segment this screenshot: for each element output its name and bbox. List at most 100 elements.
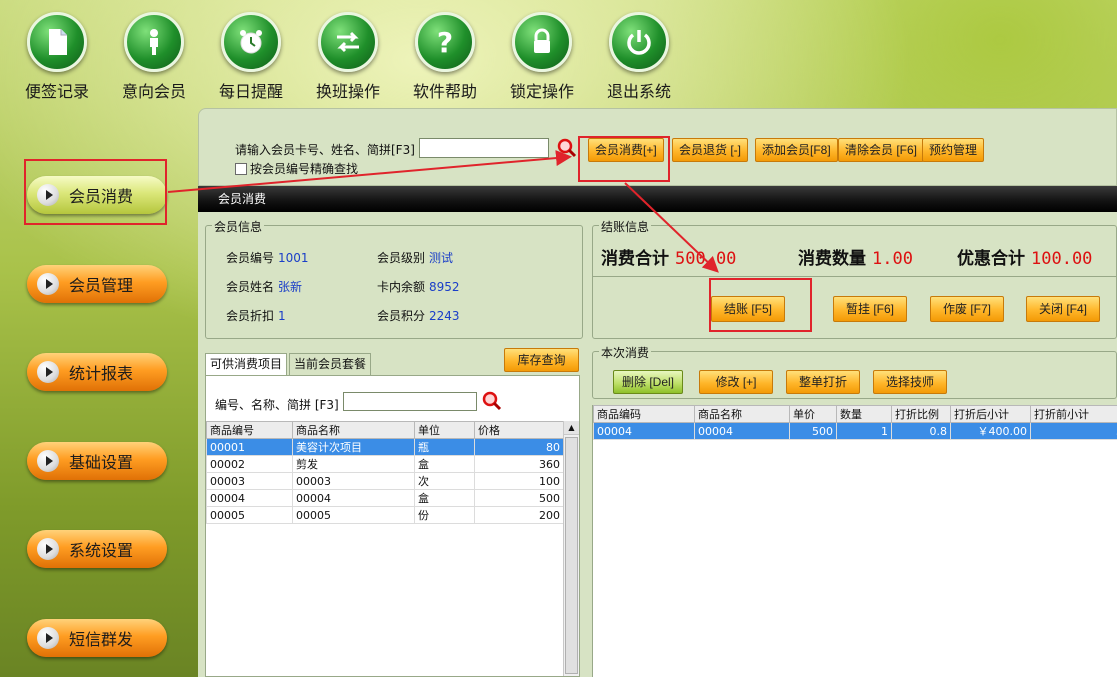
toolbar-label: 锁定操作 <box>509 82 574 101</box>
sidebar-item-label: 短信群发 <box>69 630 134 649</box>
toolbar-item-help[interactable]: ? 软件帮助 <box>400 12 490 102</box>
column-header[interactable]: 商品编号 <box>206 421 293 439</box>
play-icon <box>37 538 59 560</box>
tab-member-packages[interactable]: 当前会员套餐 <box>289 353 372 375</box>
edit-item-button[interactable]: 修改 [+] <box>699 370 773 394</box>
tab-available-items[interactable]: 可供消费项目 <box>205 353 288 375</box>
member-balance-field: 卡内余额 8952 <box>377 280 460 294</box>
total-discount-value: 100.00 <box>1031 249 1093 269</box>
cell-subtotal-before: 50 <box>1030 422 1117 440</box>
close-button[interactable]: 关闭 [F4] <box>1026 296 1100 322</box>
column-header[interactable]: 价格 <box>474 421 564 439</box>
sidebar-item-basic-settings[interactable]: 基础设置 <box>27 442 167 480</box>
cell-name: 00005 <box>292 506 415 524</box>
top-toolbar: 便签记录 意向会员 每日提醒 换班操作 ? 软件帮助 锁定操作 退出系统 <box>0 0 700 108</box>
inventory-query-button[interactable]: 库存查询 <box>504 348 579 372</box>
member-search-panel: 请输入会员卡号、姓名、简拼[F3] 按会员编号精确查找 会员消费[+] 会员退货… <box>198 108 1117 186</box>
column-header[interactable]: 单位 <box>414 421 475 439</box>
member-consume-button[interactable]: 会员消费[+] <box>588 138 664 162</box>
power-icon <box>609 12 669 72</box>
sidebar-item-label: 基础设置 <box>69 453 134 472</box>
cell-subtotal-after: ￥400.00 <box>950 422 1031 440</box>
member-search-input[interactable] <box>419 138 549 158</box>
sidebar-item-consume[interactable]: 会员消费 <box>27 176 167 214</box>
member-discount-value: 1 <box>278 309 286 323</box>
toolbar-label: 软件帮助 <box>412 82 477 101</box>
pay-button[interactable]: 结账 [F5] <box>711 296 785 322</box>
toolbar-item-reminder[interactable]: 每日提醒 <box>206 12 296 102</box>
cell-price: 500 <box>474 489 564 507</box>
cell-discount-rate: 0.8 <box>891 422 951 440</box>
table-row[interactable]: 00003 00003 次 100 <box>206 472 564 490</box>
cell-code: 00005 <box>206 506 293 524</box>
total-quantity-value: 1.00 <box>872 249 913 269</box>
current-consumption-title: 本次消费 <box>599 344 652 361</box>
product-list-panel: 编号、名称、简拼 [F3] 商品编号 商品名称 单位 价格 00001 美容计次… <box>205 375 580 677</box>
column-header[interactable]: 打折比例 <box>891 405 951 423</box>
table-row[interactable]: 00004 00004 500 1 0.8 ￥400.00 50 <box>593 422 1117 440</box>
reservation-button[interactable]: 预约管理 <box>922 138 985 162</box>
product-filter-input[interactable] <box>343 392 477 411</box>
product-list-scrollbar[interactable]: ▲ <box>563 421 579 676</box>
sidebar-item-reports[interactable]: 统计报表 <box>27 353 167 391</box>
table-row[interactable]: 00002 剪发 盒 360 <box>206 455 564 473</box>
whole-discount-button[interactable]: 整单打折 <box>786 370 860 394</box>
table-row[interactable]: 00005 00005 份 200 <box>206 506 564 524</box>
choose-technician-button[interactable]: 选择技师 <box>873 370 947 394</box>
main-content: 会员信息 会员编号 1001 会员级别 测试 会员姓名 张新 卡内余额 8952 会员折… <box>198 212 1117 677</box>
column-header[interactable]: 打折前小计 <box>1030 405 1117 423</box>
sidebar-item-sms[interactable]: 短信群发 <box>27 619 167 657</box>
member-points-value: 2243 <box>429 309 460 323</box>
toolbar-label: 便签记录 <box>24 82 89 101</box>
column-header[interactable]: 商品编码 <box>593 405 695 423</box>
member-level-value: 测试 <box>429 251 454 265</box>
toolbar-item-notes[interactable]: 便签记录 <box>12 12 102 102</box>
toolbar-item-exit[interactable]: 退出系统 <box>594 12 684 102</box>
table-row[interactable]: 00004 00004 盒 500 <box>206 489 564 507</box>
filter-label: 编号、名称、简拼 [F3] <box>215 398 339 412</box>
add-member-button[interactable]: 添加会员[F8] <box>755 138 838 162</box>
toolbar-item-prospects[interactable]: 意向会员 <box>109 12 199 102</box>
play-icon <box>37 361 59 383</box>
exact-match-checkbox[interactable]: 按会员编号精确查找 <box>235 160 358 177</box>
hold-button[interactable]: 暂挂 [F6] <box>833 296 907 322</box>
cell-unit: 份 <box>414 506 475 524</box>
cell-price: 80 <box>474 438 564 456</box>
scroll-up-icon[interactable]: ▲ <box>564 421 579 435</box>
column-header[interactable]: 商品名称 <box>292 421 415 439</box>
cell-name: 00003 <box>292 472 415 490</box>
toolbar-item-shift[interactable]: 换班操作 <box>303 12 393 102</box>
total-amount: 消费合计 500.00 <box>601 249 737 269</box>
column-header[interactable]: 打折后小计 <box>950 405 1031 423</box>
play-icon <box>37 450 59 472</box>
sidebar: 会员消费 会员管理 统计报表 基础设置 系统设置 短信群发 <box>0 108 198 677</box>
product-table-header: 商品编号 商品名称 单位 价格 <box>206 421 564 439</box>
column-header[interactable]: 商品名称 <box>694 405 790 423</box>
sidebar-item-label: 会员管理 <box>69 276 134 295</box>
cell-unit: 次 <box>414 472 475 490</box>
exact-match-label: 按会员编号精确查找 <box>250 162 359 176</box>
current-consumption-table-panel: 商品编码 商品名称 单价 数量 打折比例 打折后小计 打折前小计 00004 0… <box>592 405 1117 677</box>
sidebar-item-system-settings[interactable]: 系统设置 <box>27 530 167 568</box>
table-row[interactable]: 00001 美容计次项目 瓶 80 <box>206 438 564 456</box>
cell-quantity: 1 <box>836 422 892 440</box>
alarm-clock-icon <box>221 12 281 72</box>
scroll-thumb[interactable] <box>565 437 578 674</box>
section-title: 会员消费 <box>198 186 1117 212</box>
delete-item-button[interactable]: 删除 [Del] <box>613 370 683 394</box>
checkout-title: 结账信息 <box>599 218 652 235</box>
toolbar-item-lock[interactable]: 锁定操作 <box>497 12 587 102</box>
member-refund-button[interactable]: 会员退货 [-] <box>672 138 748 162</box>
search-icon[interactable] <box>481 390 503 412</box>
cell-code: 00002 <box>206 455 293 473</box>
search-label: 请输入会员卡号、姓名、简拼[F3] <box>235 143 415 157</box>
sidebar-item-label: 系统设置 <box>69 541 134 560</box>
swap-arrows-icon <box>318 12 378 72</box>
column-header[interactable]: 单价 <box>789 405 837 423</box>
void-button[interactable]: 作废 [F7] <box>930 296 1004 322</box>
search-icon[interactable] <box>556 137 578 159</box>
checkbox-box[interactable] <box>235 162 247 175</box>
clear-member-button[interactable]: 清除会员 [F6] <box>838 138 925 162</box>
column-header[interactable]: 数量 <box>836 405 892 423</box>
sidebar-item-members[interactable]: 会员管理 <box>27 265 167 303</box>
